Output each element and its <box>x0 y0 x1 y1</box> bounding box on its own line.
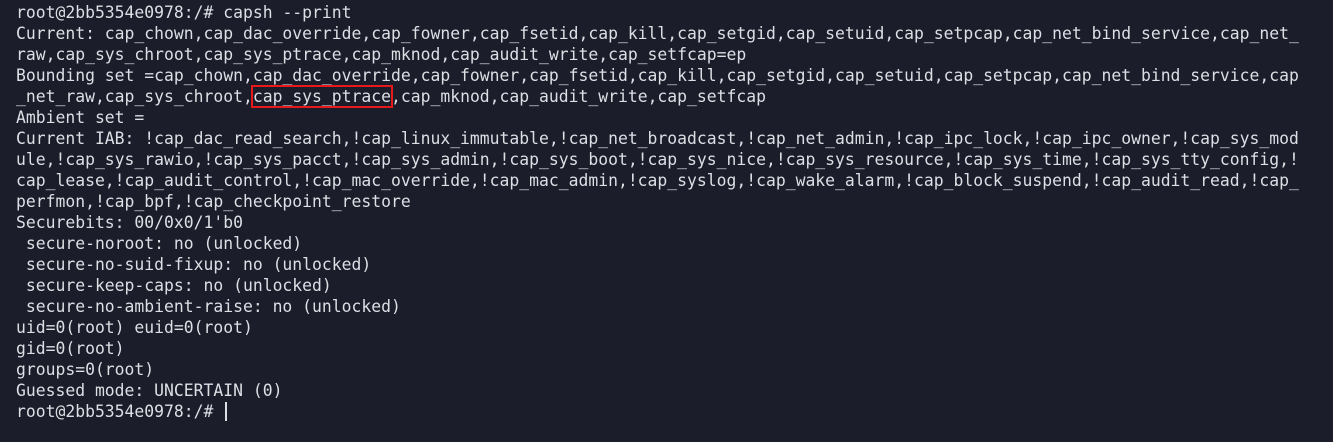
output-bounding-line-1: Bounding set =cap_chown,cap_dac_override… <box>16 66 1299 85</box>
output-groups-line: groups=0(root) <box>16 360 155 379</box>
output-gid-line: gid=0(root) <box>16 339 125 358</box>
shell-prompt: root@2bb5354e0978:/# <box>16 3 224 22</box>
output-guessed-mode-line: Guessed mode: UNCERTAIN (0) <box>16 381 283 400</box>
bounding-text-before: _net_raw,cap_sys_chroot, <box>16 87 253 106</box>
text-cursor <box>225 402 228 421</box>
output-secure-no-ambient-raise-line: secure-no-ambient-raise: no (unlocked) <box>16 297 401 316</box>
terminal-window[interactable]: root@2bb5354e0978:/# capsh --print Curre… <box>0 0 1333 442</box>
input-line[interactable]: root@2bb5354e0978:/# <box>16 401 228 422</box>
output-iab-line-3: cap_lease,!cap_audit_control,!cap_mac_ov… <box>16 171 1299 190</box>
output-current-line-1: Current: cap_chown,cap_dac_override,cap_… <box>16 24 1299 43</box>
output-bounding-line-2: _net_raw,cap_sys_chroot,cap_sys_ptrace,c… <box>16 85 766 108</box>
final-shell-prompt: root@2bb5354e0978:/# <box>16 402 224 421</box>
output-secure-no-suid-fixup-line: secure-no-suid-fixup: no (unlocked) <box>16 255 372 274</box>
output-securebits-line: Securebits: 00/0x0/1'b0 <box>16 213 243 232</box>
output-iab-line-1: Current IAB: !cap_dac_read_search,!cap_l… <box>16 129 1299 148</box>
output-iab-line-2: ule,!cap_sys_rawio,!cap_sys_pacct,!cap_s… <box>16 150 1299 169</box>
command-line: root@2bb5354e0978:/# capsh --print <box>16 2 352 23</box>
output-secure-noroot-line: secure-noroot: no (unlocked) <box>16 234 303 253</box>
output-uid-line: uid=0(root) euid=0(root) <box>16 318 253 337</box>
output-secure-keep-caps-line: secure-keep-caps: no (unlocked) <box>16 276 332 295</box>
output-iab-line-4: perfmon,!cap_bpf,!cap_checkpoint_restore <box>16 192 411 211</box>
bounding-text-after: ,cap_mknod,cap_audit_write,cap_setfcap <box>391 87 766 106</box>
output-ambient-line: Ambient set = <box>16 108 145 127</box>
highlighted-capability: cap_sys_ptrace <box>250 85 394 108</box>
output-current-line-2: raw,cap_sys_chroot,cap_sys_ptrace,cap_mk… <box>16 45 747 64</box>
command-text: capsh --print <box>223 3 352 22</box>
